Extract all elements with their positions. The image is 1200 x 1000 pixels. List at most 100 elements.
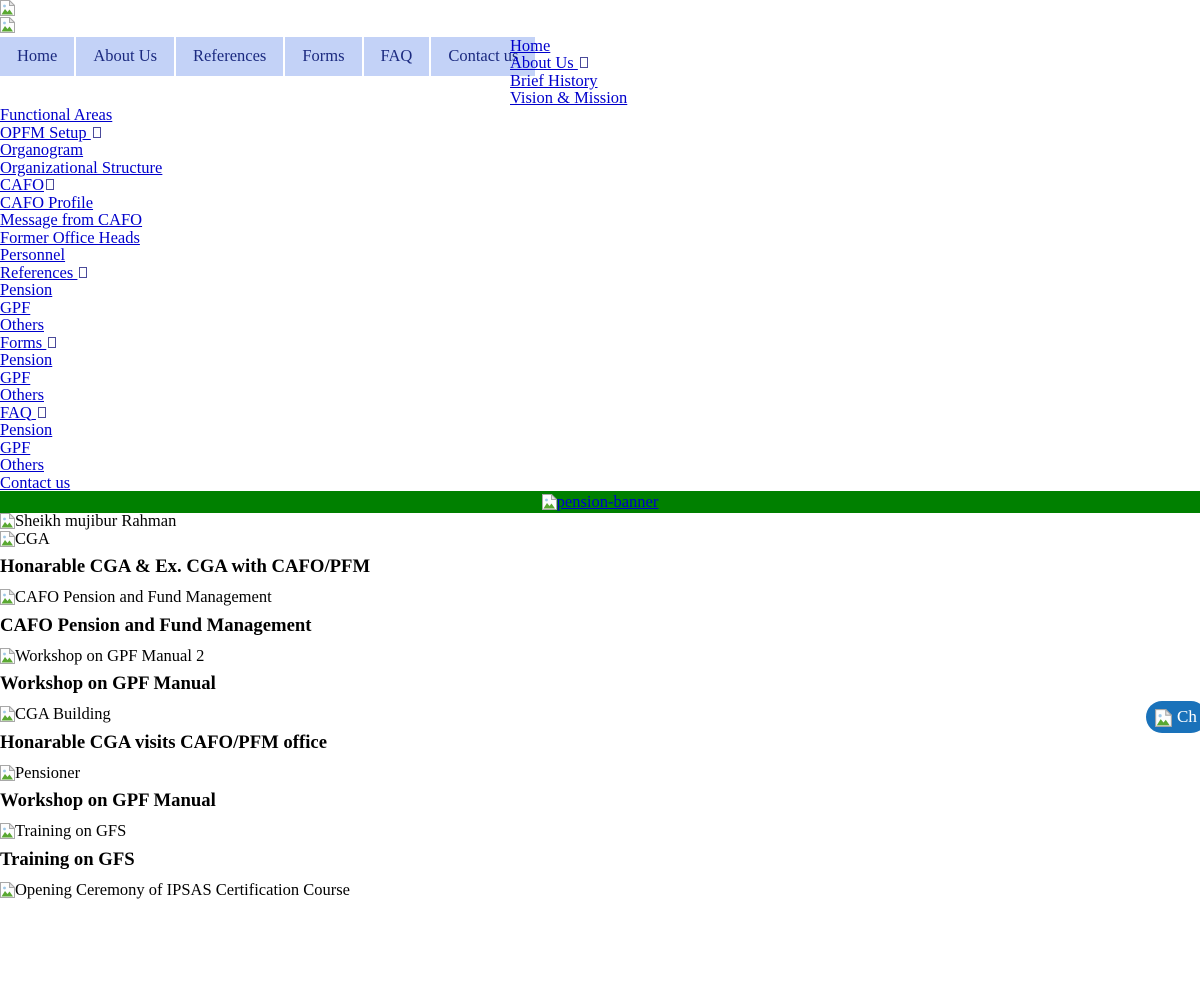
link-forms-gpf[interactable]: GPF: [0, 367, 31, 387]
link-label: Organizational Structure: [0, 157, 163, 177]
link-references[interactable]: References: [0, 262, 88, 282]
dropdown-item-home[interactable]: Home: [510, 37, 810, 54]
link-functional-areas[interactable]: Functional Areas: [0, 106, 112, 124]
link-label: CAFO: [0, 175, 45, 194]
link-label: Message from CAFO: [0, 210, 143, 229]
missing-glyph-icon: [92, 126, 101, 138]
link-faq-others[interactable]: Others: [0, 456, 44, 474]
logo-strip: [0, 0, 1200, 34]
pension-banner-link[interactable]: pension-banner: [541, 492, 659, 511]
dropdown-item-home-label: Home: [510, 36, 551, 55]
nav-tab-about-us[interactable]: About Us: [76, 37, 177, 76]
dropdown-item-brief-history[interactable]: Brief History: [510, 72, 810, 89]
link-personnel[interactable]: Personnel: [0, 246, 65, 264]
link-label: Organogram: [0, 140, 84, 159]
nav-tab-forms-label: Forms: [302, 46, 345, 66]
broken-image-icon: [0, 530, 15, 547]
link-cafo-profile[interactable]: CAFO Profile: [0, 192, 94, 212]
site-logo-secondary: [0, 17, 1200, 34]
link-opfm-setup[interactable]: OPFM Setup: [0, 122, 101, 142]
link-message-from-cafo[interactable]: Message from CAFO: [0, 211, 142, 229]
list-item: CAFO Pension and Fund Management: [0, 588, 1200, 606]
link-faq[interactable]: FAQ: [0, 402, 46, 422]
missing-glyph-icon: [37, 406, 46, 418]
link-faq-gpf[interactable]: GPF: [0, 437, 31, 457]
link-label: GPF: [0, 367, 31, 387]
missing-glyph-icon: [48, 336, 57, 348]
chat-widget-label: Ch: [1177, 707, 1197, 727]
dropdown-item-vision-mission[interactable]: Vision & Mission: [510, 89, 810, 106]
item-image-alt: Opening Ceremony of IPSAS Certification …: [15, 879, 350, 899]
link-organogram[interactable]: Organogram: [0, 141, 83, 159]
item-image-alt: CAFO Pension and Fund Management: [15, 587, 272, 606]
link-contact-us[interactable]: Contact us: [0, 472, 71, 492]
nav-tab-home[interactable]: Home: [0, 37, 77, 76]
link-former-office-heads[interactable]: Former Office Heads: [0, 227, 140, 247]
link-forms-others[interactable]: Others: [0, 386, 44, 404]
link-label: Functional Areas: [0, 105, 113, 124]
link-label: Personnel: [0, 245, 66, 264]
nav-tab-contact-us-label: Contact us: [448, 46, 519, 66]
link-forms[interactable]: Forms: [0, 332, 57, 352]
nav-tab-forms[interactable]: Forms: [285, 37, 364, 76]
link-label: References: [0, 262, 78, 282]
link-label: Others: [0, 315, 44, 334]
item-image-alt: Training on GFS: [15, 821, 127, 840]
link-label: Forms: [0, 332, 47, 352]
site-logo-primary: [0, 0, 1200, 17]
broken-image-icon: [0, 513, 15, 529]
list-item: CGA Building: [0, 705, 1200, 723]
link-references-pension[interactable]: Pension: [0, 281, 52, 299]
item-heading: Workshop on GPF Manual: [0, 673, 216, 694]
list-item: Training on GFS: [0, 822, 1200, 840]
link-label: FAQ: [0, 402, 36, 422]
list-item: Pensioner: [0, 762, 1200, 782]
main-navigation: Home About Us References Forms FAQ Conta…: [0, 37, 536, 76]
link-label: Pension: [0, 280, 53, 299]
link-references-others[interactable]: Others: [0, 316, 44, 334]
broken-image-icon: [541, 494, 557, 510]
nav-tab-references-label: References: [193, 46, 267, 66]
link-label: Others: [0, 455, 44, 474]
broken-image-icon: [0, 17, 15, 33]
item-image-alt: CGA: [15, 528, 50, 548]
link-faq-pension[interactable]: Pension: [0, 421, 52, 439]
about-us-dropdown-menu: Home About Us Brief History Vision & Mis…: [510, 37, 810, 107]
link-label: Others: [0, 385, 44, 404]
link-label: GPF: [0, 297, 31, 317]
broken-image-icon: [0, 647, 15, 664]
link-organizational-structure[interactable]: Organizational Structure: [0, 157, 163, 177]
item-heading: Workshop on GPF Manual: [0, 790, 216, 811]
pension-banner-alt-text: pension-banner: [556, 492, 659, 511]
broken-image-icon: [0, 823, 15, 839]
sitemap-link-list: Functional Areas OPFM Setup Organogram O…: [0, 106, 600, 491]
link-references-gpf[interactable]: GPF: [0, 297, 31, 317]
broken-image-icon: [0, 0, 15, 16]
link-label: Contact us: [0, 472, 71, 492]
item-heading: Honarable CGA & Ex. CGA with CAFO/PFM: [0, 556, 371, 577]
item-image-alt: Sheikh mujibur Rahman: [15, 511, 177, 530]
link-label: OPFM Setup: [0, 122, 91, 142]
link-cafo[interactable]: CAFO: [0, 175, 55, 194]
dropdown-item-about-us-label: About Us: [510, 53, 578, 73]
broken-image-icon: [0, 881, 15, 898]
broken-image-icon: [1155, 709, 1172, 727]
green-banner-strip: pension-banner: [0, 491, 1200, 513]
broken-image-icon: [0, 706, 15, 722]
link-label: CAFO Profile: [0, 192, 94, 212]
nav-tab-faq[interactable]: FAQ: [363, 37, 432, 76]
list-item: Workshop on GPF Manual 2: [0, 646, 1200, 665]
item-image-alt: CGA Building: [15, 704, 111, 723]
nav-tab-references[interactable]: References: [176, 37, 286, 76]
link-label: Former Office Heads: [0, 227, 140, 247]
item-image-alt: Pensioner: [15, 762, 81, 782]
link-label: GPF: [0, 437, 31, 457]
list-item: Sheikh mujibur Rahman: [0, 512, 1200, 530]
link-forms-pension[interactable]: Pension: [0, 351, 52, 369]
nav-tab-home-label: Home: [17, 46, 58, 66]
dropdown-item-about-us[interactable]: About Us: [510, 53, 810, 73]
nav-tab-about-us-label: About Us: [93, 46, 158, 66]
nav-tab-faq-label: FAQ: [380, 46, 413, 66]
chat-widget-button[interactable]: Ch: [1146, 701, 1200, 733]
dropdown-item-vision-mission-label: Vision & Mission: [510, 88, 628, 108]
